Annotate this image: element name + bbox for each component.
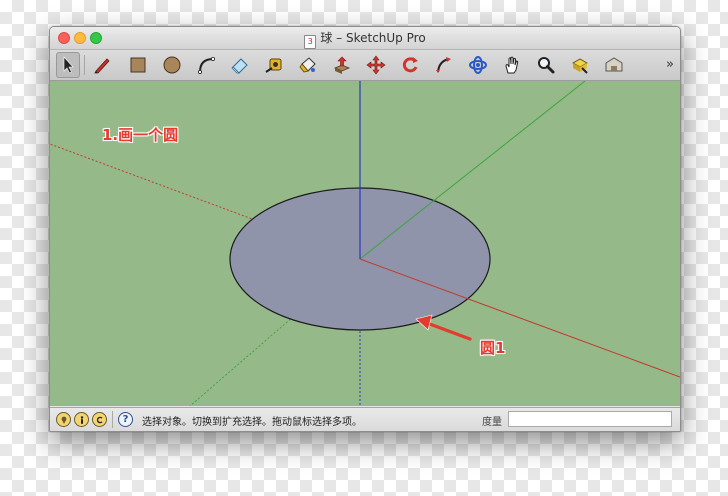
rectangle-icon (130, 57, 146, 73)
status-message: 选择对象。切换到扩充选择。拖动鼠标选择多项。 (142, 417, 362, 428)
credits-status-button[interactable] (74, 412, 89, 427)
pencil-tool-button[interactable] (90, 53, 114, 77)
eraser-tool-button[interactable] (228, 53, 252, 77)
push-pull-tool-button[interactable] (330, 53, 354, 77)
rotate-icon (402, 57, 418, 73)
arc-icon (198, 57, 215, 74)
follow-me-icon (436, 57, 451, 73)
tape-measure-icon (265, 58, 282, 73)
warehouse-icon (605, 57, 623, 72)
circle-tool-button[interactable] (160, 53, 184, 77)
orbit-tool-button[interactable] (466, 53, 490, 77)
measurements-label: 度量 (482, 417, 502, 428)
title-bar[interactable]: 3球 – SketchUp Pro (50, 27, 680, 50)
move-icon (366, 55, 386, 75)
rectangle-tool-button[interactable] (126, 53, 150, 77)
arc-tool-button[interactable] (194, 53, 218, 77)
measurements-input[interactable] (508, 411, 672, 427)
user-status-button[interactable] (92, 412, 107, 427)
help-button[interactable]: ? (118, 412, 133, 427)
window-title: 3球 – SketchUp Pro (50, 30, 680, 49)
geolocation-status-button[interactable] (56, 412, 71, 427)
main-toolbar: » (50, 50, 680, 81)
toolbar-overflow-chevron-icon[interactable]: » (666, 57, 674, 72)
orbit-icon (469, 56, 487, 74)
toolbar-separator (84, 55, 85, 75)
step-annotation-label: 1.画一个圆 (102, 126, 179, 144)
pencil-icon (94, 58, 110, 74)
paint-bucket-icon (299, 57, 316, 73)
push-pull-icon (333, 56, 351, 74)
pan-hand-icon (505, 56, 519, 74)
move-tool-button[interactable] (364, 53, 388, 77)
eraser-icon (231, 58, 248, 74)
statusbar-divider (112, 411, 113, 428)
document-icon: 3 (304, 35, 317, 49)
circle-annotation-label: 圆1 (480, 339, 506, 357)
zoom-extents-icon (572, 58, 588, 74)
pin-icon (61, 416, 66, 424)
tape-measure-tool-button[interactable] (262, 53, 286, 77)
copyright-icon (96, 416, 102, 423)
magnifier-icon (538, 57, 555, 74)
select-tool-button[interactable] (56, 52, 80, 78)
zoom-tool-button[interactable] (534, 53, 558, 77)
arrow-cursor-icon (63, 56, 74, 74)
window-title-text: 球 – SketchUp Pro (320, 31, 426, 45)
paint-bucket-tool-button[interactable] (296, 53, 320, 77)
info-icon (80, 415, 83, 424)
drawing-viewport[interactable]: 1.画一个圆 圆1 (50, 81, 680, 406)
status-bar: ? 选择对象。切换到扩充选择。拖动鼠标选择多项。 度量 (50, 407, 680, 431)
sketchup-window: 3球 – SketchUp Pro » 1.画一个圆 圆1 ? 选择对象。切换到… (49, 26, 681, 432)
pan-tool-button[interactable] (500, 53, 524, 77)
follow-me-tool-button[interactable] (432, 53, 456, 77)
warehouse-tool-button[interactable] (602, 53, 626, 77)
zoom-extents-tool-button[interactable] (568, 53, 592, 77)
annotation-arrow-line (425, 321, 472, 341)
circle-icon (163, 56, 181, 74)
rotate-tool-button[interactable] (398, 53, 422, 77)
